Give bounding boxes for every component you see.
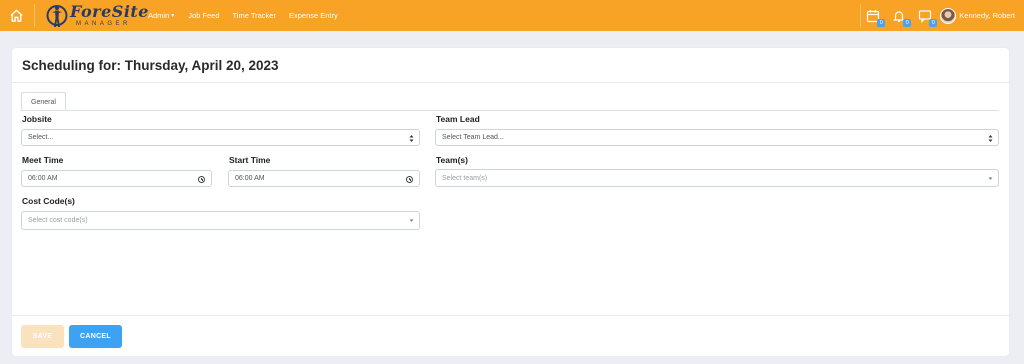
divider bbox=[860, 4, 862, 27]
logo-subtitle: MANAGER bbox=[76, 20, 131, 27]
notifications-button[interactable]: 0 bbox=[892, 9, 912, 27]
save-button[interactable]: SAVE bbox=[21, 325, 64, 348]
cancel-button[interactable]: CANCEL bbox=[69, 325, 122, 348]
page-title: Scheduling for: Thursday, April 20, 2023 bbox=[22, 58, 279, 73]
clock-icon[interactable] bbox=[198, 176, 205, 183]
divider bbox=[12, 82, 1009, 83]
meet-time-value: 06:00 AM bbox=[28, 175, 58, 182]
team-lead-value: Select Team Lead... bbox=[442, 134, 504, 141]
cost-codes-label: Cost Code(s) bbox=[22, 196, 75, 206]
select-arrows-icon bbox=[988, 135, 993, 142]
home-icon bbox=[9, 9, 23, 22]
meet-time-label: Meet Time bbox=[22, 155, 64, 165]
foresite-logo[interactable]: ForeSite MANAGER bbox=[46, 1, 149, 29]
nav-expense-entry[interactable]: Expense Entry bbox=[289, 11, 338, 20]
calendar-badge: 0 bbox=[877, 18, 886, 27]
topbar-actions: 0 0 0 Kennedy, Robert bbox=[860, 0, 1024, 31]
meet-time-input[interactable]: 06:00 AM bbox=[21, 170, 212, 187]
messages-badge: 0 bbox=[929, 18, 938, 27]
main-nav: Admin ▼ Job Feed Time Tracker Expense Ent… bbox=[148, 0, 351, 31]
clock-icon[interactable] bbox=[406, 176, 413, 183]
cost-codes-placeholder: Select cost code(s) bbox=[28, 217, 88, 224]
jobsite-select[interactable]: Select... bbox=[21, 129, 420, 146]
nav-admin[interactable]: Admin ▼ bbox=[148, 11, 175, 20]
jobsite-value: Select... bbox=[28, 134, 54, 141]
jobsite-label: Jobsite bbox=[22, 114, 52, 124]
teams-multiselect[interactable]: Select team(s) bbox=[435, 169, 999, 187]
nav-time-tracker[interactable]: Time Tracker bbox=[233, 11, 276, 20]
divider bbox=[21, 110, 999, 111]
surveyor-figure-icon bbox=[46, 4, 68, 27]
cost-codes-multiselect[interactable]: Select cost code(s) bbox=[21, 211, 420, 230]
teams-label: Team(s) bbox=[436, 155, 468, 165]
notifications-badge: 0 bbox=[903, 18, 912, 27]
team-lead-select[interactable]: Select Team Lead... bbox=[435, 129, 999, 146]
home-button[interactable] bbox=[0, 0, 32, 31]
chevron-down-icon bbox=[988, 177, 993, 180]
avatar bbox=[940, 7, 957, 24]
divider bbox=[34, 4, 35, 27]
teams-placeholder: Select team(s) bbox=[442, 174, 488, 182]
nav-job-feed[interactable]: Job Feed bbox=[188, 11, 219, 20]
user-name: Kennedy, Robert bbox=[959, 11, 1015, 20]
chevron-down-icon bbox=[409, 219, 414, 222]
calendar-button[interactable]: 0 bbox=[866, 9, 886, 27]
select-arrows-icon bbox=[409, 135, 414, 142]
messages-button[interactable]: 0 bbox=[918, 9, 938, 27]
divider bbox=[12, 315, 1009, 316]
logo-wordmark: ForeSite bbox=[70, 1, 149, 21]
start-time-label: Start Time bbox=[229, 155, 271, 165]
scheduling-card: Scheduling for: Thursday, April 20, 2023… bbox=[12, 48, 1009, 356]
start-time-input[interactable]: 06:00 AM bbox=[228, 170, 420, 187]
team-lead-label: Team Lead bbox=[436, 114, 480, 124]
start-time-value: 06:00 AM bbox=[235, 175, 265, 182]
caret-down-icon: ▼ bbox=[170, 12, 176, 19]
tab-general[interactable]: General bbox=[21, 92, 66, 111]
user-menu[interactable]: Kennedy, Robert bbox=[940, 7, 1015, 24]
top-navbar: ForeSite MANAGER Admin ▼ Job Feed Time Tr… bbox=[0, 0, 1024, 31]
